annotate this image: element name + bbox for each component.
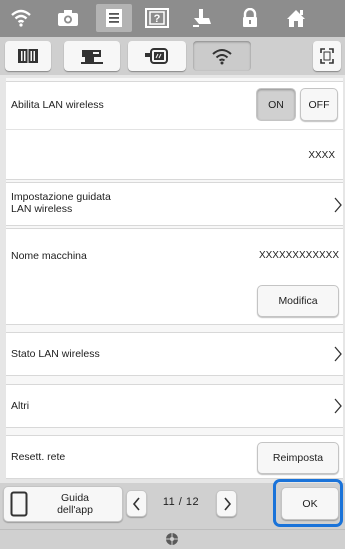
bobbin-icon <box>166 533 178 545</box>
wireless-lan-section: Abilita LAN wireless ON OFF XXXX <box>6 81 343 180</box>
machine-name-section: Nome macchina XXXXXXXXXXXX Modifica <box>6 228 343 325</box>
camera-icon[interactable] <box>50 4 86 32</box>
book-tab-icon[interactable] <box>5 41 51 71</box>
chevron-right-icon <box>223 496 231 511</box>
app-guide-label-line2: dell'app <box>57 504 93 516</box>
settings-list: Abilita LAN wireless ON OFF XXXX Imposta… <box>6 78 343 479</box>
wireless-icon[interactable] <box>3 4 39 32</box>
reset-button[interactable]: Reimposta <box>257 442 339 474</box>
lock-icon[interactable] <box>232 4 268 32</box>
machine-name-value: XXXXXXXXXXXX <box>258 250 339 261</box>
setup-wizard-label-line1: Impostazione guidata <box>11 191 111 203</box>
wifi-tab-icon[interactable] <box>193 41 251 71</box>
category-tab-bar <box>0 37 345 75</box>
bottom-navigation: Guida dell'app 11 / 12 OK <box>0 479 345 529</box>
setup-wizard-row[interactable]: Impostazione guidata LAN wireless <box>6 182 343 226</box>
setup-wizard-label-line2: LAN wireless <box>11 203 73 215</box>
ok-button[interactable]: OK <box>281 487 339 520</box>
chevron-right-icon <box>334 346 342 362</box>
chevron-left-icon <box>132 496 140 511</box>
status-bar <box>0 529 345 549</box>
network-reset-label: Resett. rete <box>11 451 66 463</box>
settings-page-icon[interactable] <box>96 4 132 32</box>
previous-page-button[interactable] <box>126 490 147 517</box>
smartphone-icon <box>10 491 28 517</box>
chevron-right-icon <box>334 197 342 213</box>
presser-foot-icon[interactable] <box>184 4 220 32</box>
sewing-machine-tab-icon[interactable] <box>64 41 120 71</box>
wireless-status-label: Stato LAN wireless <box>11 348 100 360</box>
app-guide-button[interactable]: Guida dell'app <box>3 486 123 522</box>
modify-button[interactable]: Modifica <box>257 285 339 317</box>
embroidery-frame-tab-icon[interactable] <box>128 41 186 71</box>
others-label: Altri <box>11 400 30 412</box>
expand-screen-icon[interactable] <box>313 41 341 71</box>
machine-name-label: Nome macchina <box>11 250 87 262</box>
svg-text:?: ? <box>154 13 161 25</box>
app-guide-label-line1: Guida <box>60 492 90 504</box>
page-indicator: 11 / 12 <box>162 496 200 508</box>
section-divider <box>6 129 343 130</box>
wireless-off-button[interactable]: OFF <box>300 88 338 121</box>
others-row[interactable]: Altri <box>6 384 343 428</box>
network-reset-section: Resett. rete Reimposta <box>6 435 343 479</box>
network-name-value: XXXX <box>308 150 335 161</box>
wireless-lan-enable-label: Abilita LAN wireless <box>11 99 104 111</box>
chevron-right-icon <box>334 398 342 414</box>
help-question-icon[interactable]: ? <box>139 4 175 32</box>
wireless-status-row[interactable]: Stato LAN wireless <box>6 332 343 376</box>
home-icon[interactable] <box>278 4 314 32</box>
wireless-on-button[interactable]: ON <box>256 88 296 121</box>
top-toolbar: ? <box>0 0 345 37</box>
next-page-button[interactable] <box>216 490 237 517</box>
